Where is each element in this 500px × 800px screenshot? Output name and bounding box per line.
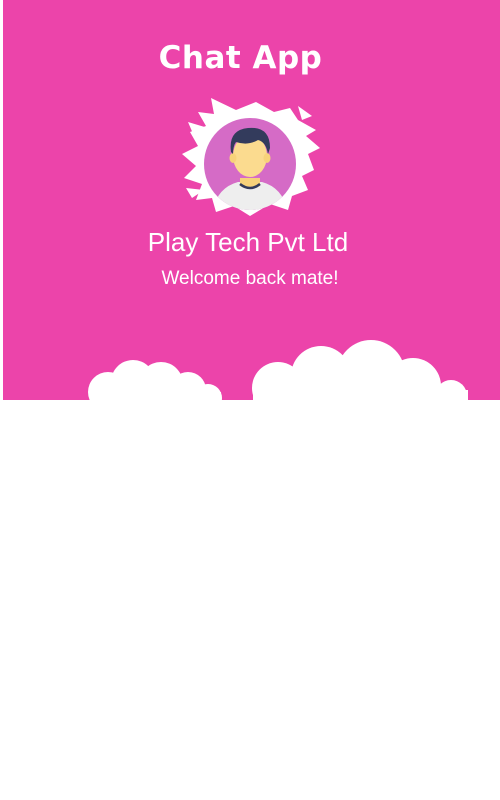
header-panel: Chat App Play Tech Pvt Ltd Welcome back …: [3, 0, 500, 400]
clouds-decoration: [88, 340, 468, 400]
welcome-message: Welcome back mate!: [161, 268, 339, 289]
screen: Chat App Play Tech Pvt Ltd Welcome back …: [0, 0, 500, 800]
avatar: [178, 92, 323, 220]
content-area: [0, 400, 500, 800]
company-name: Play Tech Pvt Ltd: [147, 227, 349, 257]
app-title: Chat App: [158, 40, 323, 76]
user-avatar-icon: [182, 98, 320, 216]
